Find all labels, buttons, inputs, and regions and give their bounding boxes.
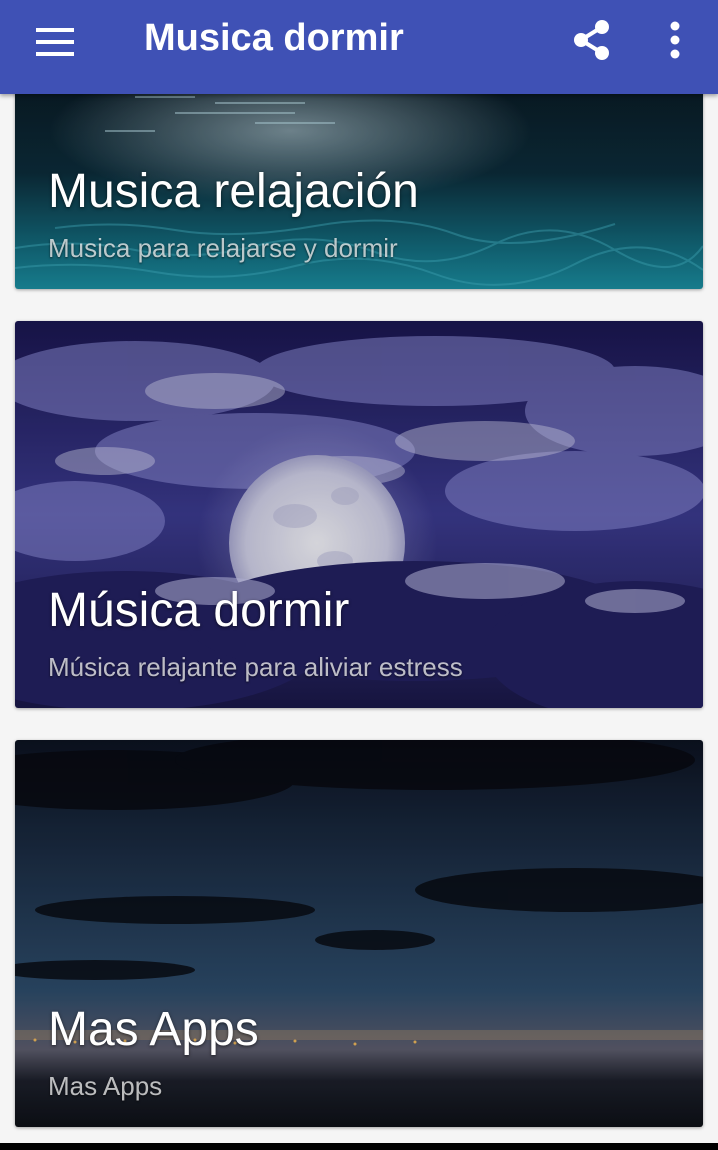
card-image-moon-clouds xyxy=(15,321,703,708)
card-title: Musica relajación xyxy=(48,165,419,218)
app-title: Musica dormir xyxy=(144,17,404,59)
card-subtitle: Musica para relajarse y dormir xyxy=(48,233,398,263)
card-musica-relajacion[interactable]: Musica relajación Musica para relajarse … xyxy=(15,78,703,289)
card-image-dusk-sky xyxy=(15,740,703,1127)
card-mas-apps[interactable]: Mas Apps Mas Apps xyxy=(15,740,703,1127)
card-subtitle: Música relajante para aliviar estress xyxy=(48,652,463,682)
share-icon[interactable] xyxy=(568,16,616,64)
card-musica-dormir[interactable]: Música dormir Música relajante para aliv… xyxy=(15,321,703,708)
card-title: Mas Apps xyxy=(48,1003,259,1056)
more-vert-icon[interactable] xyxy=(656,16,694,64)
card-title: Música dormir xyxy=(48,584,350,637)
card-subtitle: Mas Apps xyxy=(48,1071,163,1101)
hamburger-menu-icon[interactable] xyxy=(30,22,80,62)
system-bottom-edge xyxy=(0,1143,718,1150)
app-bar: Musica dormir xyxy=(0,0,718,94)
